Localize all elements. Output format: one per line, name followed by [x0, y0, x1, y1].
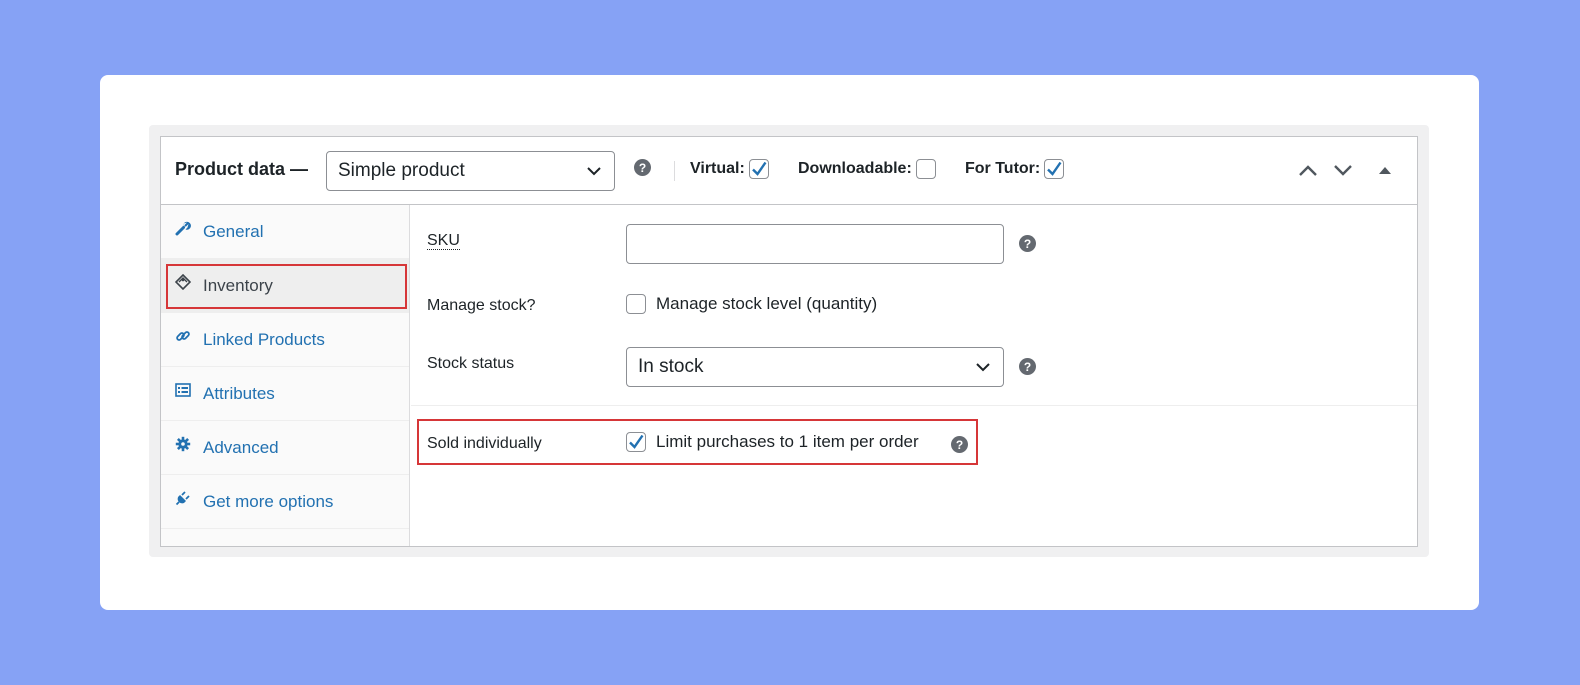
for-tutor-checkbox[interactable]: [1044, 159, 1065, 179]
sku-help-icon[interactable]: ?: [1019, 235, 1036, 252]
manage-stock-label: Manage stock?: [427, 297, 536, 314]
stock-status-label: Stock status: [427, 355, 515, 372]
product-type-value: Simple product: [338, 160, 465, 181]
move-up-icon[interactable]: [1298, 162, 1318, 178]
sold-individually-option-label: Limit purchases to 1 item per order: [656, 432, 919, 451]
tab-linked-products-label: Linked Products: [203, 330, 325, 349]
metabox-frame: Product data — Simple product ? Virtual:…: [149, 125, 1429, 557]
checkmark-icon: [629, 434, 644, 449]
product-type-help-icon[interactable]: ?: [634, 159, 651, 176]
tab-advanced[interactable]: Advanced: [161, 421, 409, 475]
tab-get-more-options-label: Get more options: [203, 492, 334, 511]
virtual-checkbox[interactable]: [748, 159, 769, 179]
stock-status-value: In stock: [638, 356, 704, 377]
move-down-icon[interactable]: [1333, 162, 1353, 178]
virtual-option[interactable]: Virtual:: [690, 159, 769, 179]
tab-general[interactable]: General: [161, 205, 409, 259]
product-data-title: Product data —: [175, 159, 309, 179]
inventory-panel: SKU ? Manage stock? Manage stock level (…: [411, 205, 1417, 546]
downloadable-option[interactable]: Downloadable:: [798, 159, 936, 179]
sold-individually-option[interactable]: Limit purchases to 1 item per order: [626, 432, 919, 452]
stock-status-select[interactable]: In stock: [626, 347, 1004, 387]
inventory-highlight-box: [166, 264, 407, 309]
manage-stock-option[interactable]: Manage stock level (quantity): [626, 294, 877, 314]
for-tutor-label: For Tutor:: [965, 160, 1041, 177]
manage-stock-option-label: Manage stock level (quantity): [656, 294, 878, 313]
downloadable-checkbox[interactable]: [915, 159, 936, 179]
header-divider: [674, 161, 675, 181]
gear-icon: [175, 436, 191, 452]
sold-individually-checkbox[interactable]: [626, 432, 646, 452]
list-icon: [175, 383, 191, 397]
link-icon: [176, 331, 190, 341]
downloadable-label: Downloadable:: [798, 160, 912, 177]
tab-linked-products[interactable]: Linked Products: [161, 313, 409, 367]
section-divider: [411, 405, 1417, 406]
product-data-panel: Product data — Simple product ? Virtual:…: [160, 136, 1418, 547]
for-tutor-option[interactable]: For Tutor:: [965, 159, 1065, 179]
stock-status-help-icon[interactable]: ?: [1019, 358, 1036, 375]
chevron-down-icon: [976, 363, 990, 372]
sold-individually-help-icon[interactable]: ?: [951, 436, 968, 453]
sold-individually-label: Sold individually: [427, 435, 542, 452]
content-card: Product data — Simple product ? Virtual:…: [100, 75, 1479, 610]
product-data-header: Product data — Simple product ? Virtual:…: [161, 137, 1417, 205]
tab-advanced-label: Advanced: [203, 438, 279, 457]
checkmark-icon: [751, 161, 767, 176]
checkmark-icon: [1047, 161, 1062, 176]
virtual-label: Virtual:: [690, 160, 745, 177]
sku-label-text: SKU: [427, 232, 460, 250]
tab-get-more-options[interactable]: Get more options: [161, 475, 409, 529]
manage-stock-checkbox[interactable]: [626, 294, 646, 314]
product-type-select[interactable]: Simple product: [326, 151, 615, 191]
plug-icon: [175, 491, 190, 506]
sku-input[interactable]: [626, 224, 1004, 264]
tab-attributes[interactable]: Attributes: [161, 367, 409, 421]
collapse-toggle-icon[interactable]: [1378, 164, 1392, 176]
tab-general-label: General: [203, 222, 264, 241]
tab-attributes-label: Attributes: [203, 384, 275, 403]
sku-label: SKU: [427, 232, 460, 250]
wrench-icon: [175, 221, 191, 236]
chevron-down-icon: [587, 167, 601, 176]
product-data-tabs: General Inventory Linked Products Attrib…: [161, 205, 410, 546]
